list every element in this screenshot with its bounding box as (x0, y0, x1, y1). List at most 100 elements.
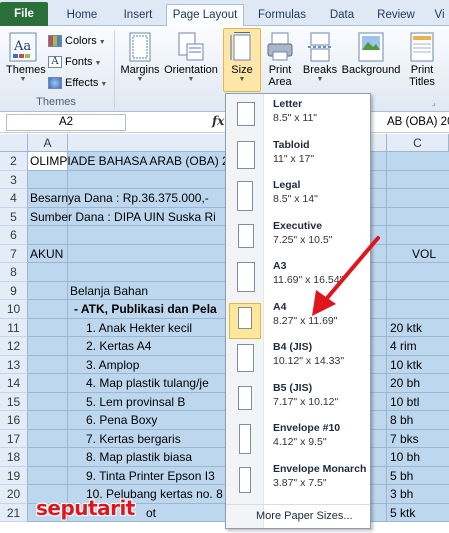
cell-c[interactable] (387, 170, 449, 189)
column-header-a[interactable]: A (28, 134, 68, 152)
row-number[interactable]: 6 (0, 226, 28, 245)
colors-button[interactable]: Colors ▼ (48, 32, 106, 51)
fonts-icon: A (48, 56, 62, 69)
cell-c[interactable] (387, 263, 449, 282)
fx-icon[interactable]: fx (212, 114, 224, 128)
cell-b-text: 9. Tinta Printer Epson I3 (86, 468, 215, 483)
formula-value[interactable]: AB (OBA) 201 (387, 116, 449, 128)
cell-c-text: 10 btl (390, 394, 420, 409)
cell-c[interactable] (387, 281, 449, 300)
cell-b-text: 5. Lem provinsal B (86, 394, 186, 409)
name-box[interactable]: A2 (6, 114, 126, 131)
row-number[interactable]: 20 (0, 485, 28, 504)
themes-button[interactable]: Aa Themes ▼ (6, 32, 46, 84)
cell-c-text: 10 bh (390, 450, 421, 464)
cell-a[interactable] (28, 411, 68, 430)
orientation-button[interactable]: Orientation ▼ (162, 32, 220, 84)
print-titles-button[interactable]: Print Titles (404, 32, 440, 88)
print-area-label-line1: Print (268, 64, 292, 76)
chevron-down-icon: ▼ (136, 76, 144, 83)
cell-a[interactable] (28, 170, 68, 189)
cell-c[interactable] (387, 189, 449, 208)
cell-c[interactable] (387, 207, 449, 226)
cell-c[interactable] (387, 152, 449, 171)
colors-icon (48, 35, 62, 48)
fonts-button[interactable]: A Fonts ▼ (48, 53, 101, 72)
row-number[interactable]: 18 (0, 448, 28, 467)
select-all-corner[interactable] (0, 134, 28, 152)
tab-data[interactable]: Data (320, 5, 364, 26)
row-number[interactable]: 12 (0, 337, 28, 356)
size-button[interactable]: Size ▼ (223, 32, 261, 84)
effects-icon (48, 77, 62, 90)
breaks-button[interactable]: Breaks ▼ (300, 32, 340, 84)
size-option-name: A3 (273, 260, 287, 272)
row-number[interactable]: 19 (0, 466, 28, 485)
cell-a-text: Sumber Dana : DIPA UIN Suska Ri (30, 209, 216, 224)
size-option-name: A4 (273, 300, 287, 313)
row-number[interactable]: 10 (0, 300, 28, 319)
cell-c-text: 3 bh (390, 487, 414, 501)
row-number[interactable]: 5 (0, 207, 28, 226)
cell-c-text: 5 bh (390, 468, 414, 483)
page-icon (237, 181, 253, 211)
tab-formulas[interactable]: Formulas (250, 5, 314, 26)
margins-button[interactable]: Margins ▼ (120, 32, 160, 84)
tab-file[interactable]: File (0, 2, 48, 26)
cell-c[interactable] (387, 226, 449, 245)
cell-c-text: 7 bks (390, 431, 419, 446)
cell-b-text: ot (146, 505, 157, 520)
tab-page-layout[interactable]: Page Layout (166, 4, 244, 26)
cell-a[interactable] (28, 355, 68, 374)
size-option-dimensions: 8.5" x 11" (273, 112, 318, 124)
tab-home[interactable]: Home (58, 5, 106, 26)
more-paper-sizes-item[interactable]: More Paper Sizes... (226, 504, 370, 528)
row-number[interactable]: 9 (0, 281, 28, 300)
row-number[interactable]: 15 (0, 392, 28, 411)
cell-a[interactable] (28, 263, 68, 282)
row-number[interactable]: 14 (0, 374, 28, 393)
cell-a[interactable] (28, 466, 68, 485)
cell-a[interactable] (28, 392, 68, 411)
size-option-name: B4 (JIS) (273, 341, 313, 353)
cell-a[interactable] (28, 429, 68, 448)
cell-b-text: 3. Amplop (86, 357, 140, 372)
watermark-logo: seputarit (36, 496, 135, 520)
tab-review[interactable]: Review (370, 5, 422, 26)
cell-a[interactable] (28, 226, 68, 245)
column-header-c[interactable]: C (387, 134, 449, 152)
cell-a[interactable] (28, 337, 68, 356)
row-number[interactable]: 16 (0, 411, 28, 430)
background-button[interactable]: Background (340, 32, 402, 76)
print-area-button[interactable]: Print Area (264, 32, 296, 88)
background-label: Background (341, 64, 401, 76)
dialog-launcher-icon[interactable]: ⌟ (432, 98, 436, 107)
row-number[interactable]: 2 (0, 152, 28, 171)
cell-a[interactable] (28, 448, 68, 467)
row-number[interactable]: 11 (0, 318, 28, 337)
row-number[interactable]: 3 (0, 170, 28, 189)
cell-c-text: 5 ktk (390, 505, 416, 520)
page-icon (239, 424, 251, 454)
row-number[interactable]: 21 (0, 503, 28, 522)
cell-a[interactable] (28, 300, 68, 319)
more-paper-sizes-label: More Paper Sizes... (256, 510, 353, 522)
cell-c-text: 20 ktk (390, 320, 423, 335)
ribbon-tab-bar: File Home Insert Page Layout Formulas Da… (0, 0, 449, 26)
page-icon (237, 344, 254, 372)
tab-insert[interactable]: Insert (112, 5, 164, 26)
page-icon (238, 223, 254, 248)
cell-a[interactable] (28, 318, 68, 337)
cell-a[interactable] (28, 374, 68, 393)
cell-a[interactable] (28, 281, 68, 300)
row-number[interactable]: 4 (0, 189, 28, 208)
effects-button[interactable]: Effects ▼ (48, 74, 107, 93)
row-number[interactable]: 13 (0, 355, 28, 374)
row-number[interactable]: 8 (0, 263, 28, 282)
cell-a-text: AKUN (30, 246, 64, 261)
row-number[interactable]: 17 (0, 429, 28, 448)
cell-c[interactable] (387, 300, 449, 319)
background-icon (358, 32, 384, 62)
tab-view[interactable]: Vi (430, 5, 449, 26)
row-number[interactable]: 7 (0, 244, 28, 263)
